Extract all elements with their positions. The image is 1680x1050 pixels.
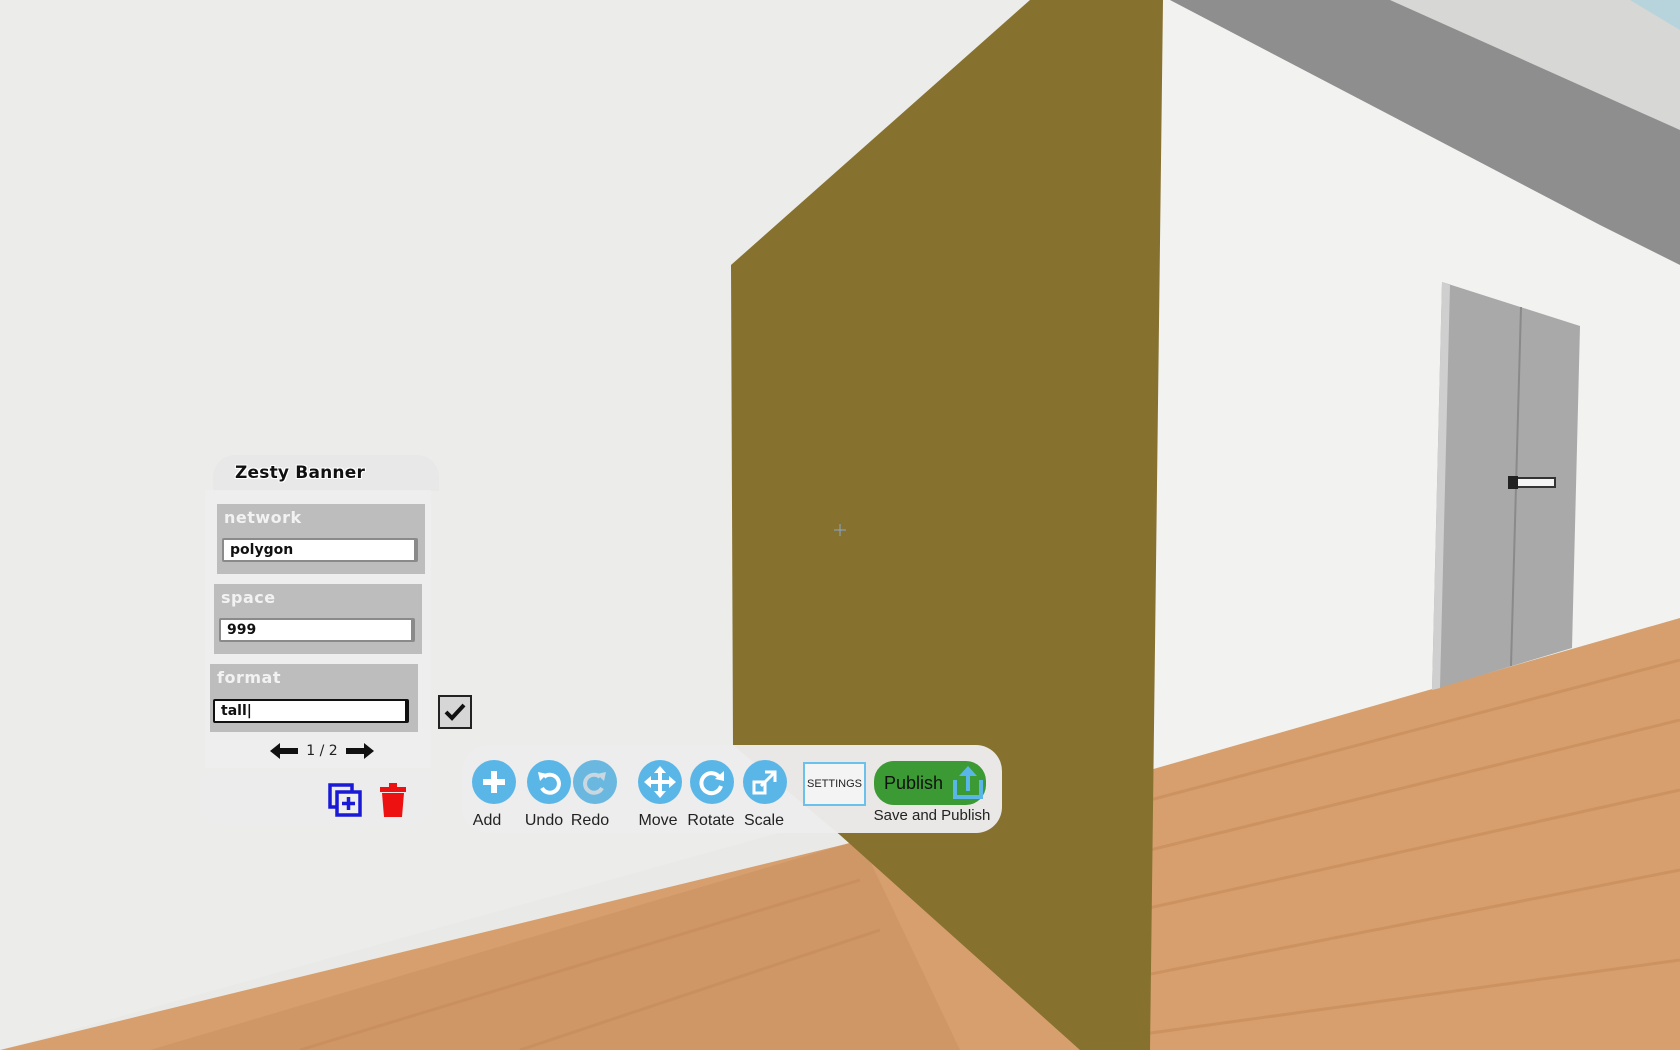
space-label: space xyxy=(221,588,276,607)
publish-label: Publish xyxy=(884,772,944,793)
double-door xyxy=(1432,282,1580,690)
rotate-icon xyxy=(699,771,724,796)
pager: 1 / 2 xyxy=(262,740,382,762)
network-label: network xyxy=(224,508,302,527)
settings-button[interactable]: SETTINGS xyxy=(803,762,866,806)
prev-arrow-icon[interactable] xyxy=(270,743,299,759)
scale-icon xyxy=(752,770,777,795)
scale-label: Scale xyxy=(743,812,785,829)
duplicate-icon[interactable] xyxy=(328,783,362,817)
trash-icon[interactable] xyxy=(379,783,407,817)
next-arrow-icon[interactable] xyxy=(345,743,374,759)
add-button[interactable] xyxy=(472,760,516,804)
space-field-group: space xyxy=(214,584,422,654)
redo-button[interactable] xyxy=(573,760,617,804)
pager-text: 1 / 2 xyxy=(306,743,338,759)
redo-icon xyxy=(583,772,606,795)
network-input[interactable] xyxy=(222,538,418,562)
format-input[interactable] xyxy=(213,699,409,723)
plus-icon xyxy=(483,771,505,793)
publish-button[interactable]: Publish xyxy=(874,761,986,805)
scale-button[interactable] xyxy=(743,760,787,804)
checkmark-icon xyxy=(444,703,466,721)
undo-icon xyxy=(538,772,561,795)
move-icon xyxy=(644,766,676,798)
upload-icon xyxy=(953,766,984,799)
panel-title: Zesty Banner xyxy=(235,463,366,483)
publish-subtitle: Save and Publish xyxy=(873,807,991,824)
format-label: format xyxy=(217,668,281,687)
confirm-checkbox[interactable] xyxy=(438,695,472,729)
redo-label: Redo xyxy=(570,812,610,829)
undo-button[interactable] xyxy=(527,760,571,804)
network-field-group: network xyxy=(217,504,425,574)
space-input[interactable] xyxy=(219,618,415,642)
move-button[interactable] xyxy=(638,760,682,804)
rotate-button[interactable] xyxy=(690,760,734,804)
format-field-group: format xyxy=(210,664,418,732)
